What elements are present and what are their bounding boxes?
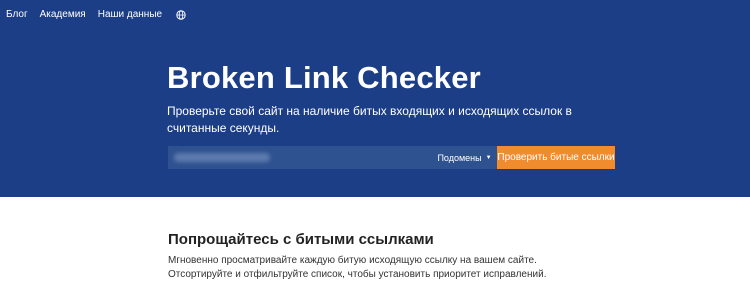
nav-link-our-data[interactable]: Наши данные [98,8,162,22]
search-input-wrapper [168,146,432,169]
section-description: Мгновенно просматривайте каждую битую ис… [168,255,547,280]
page-title: Broken Link Checker [167,60,481,95]
subdomains-dropdown[interactable]: Подомены ▼ [432,146,497,169]
page-subtitle: Проверьте свой сайт на наличие битых вхо… [167,104,572,135]
top-nav: Блог Академия Наши данные [6,8,186,22]
section-title: Попрощайтесь с битыми ссылками [168,231,434,248]
globe-icon[interactable] [176,10,186,20]
nav-link-blog[interactable]: Блог [6,8,28,22]
domain-input[interactable] [168,146,432,169]
nav-link-academy[interactable]: Академия [40,8,86,22]
search-bar: Подомены ▼ Проверить битые ссылки [168,146,615,169]
check-broken-links-button[interactable]: Проверить битые ссылки [497,146,615,169]
hero-section: Блог Академия Наши данные Broken Link Ch… [0,0,750,197]
subdomains-label: Подомены [437,152,482,163]
caret-down-icon: ▼ [485,154,492,161]
